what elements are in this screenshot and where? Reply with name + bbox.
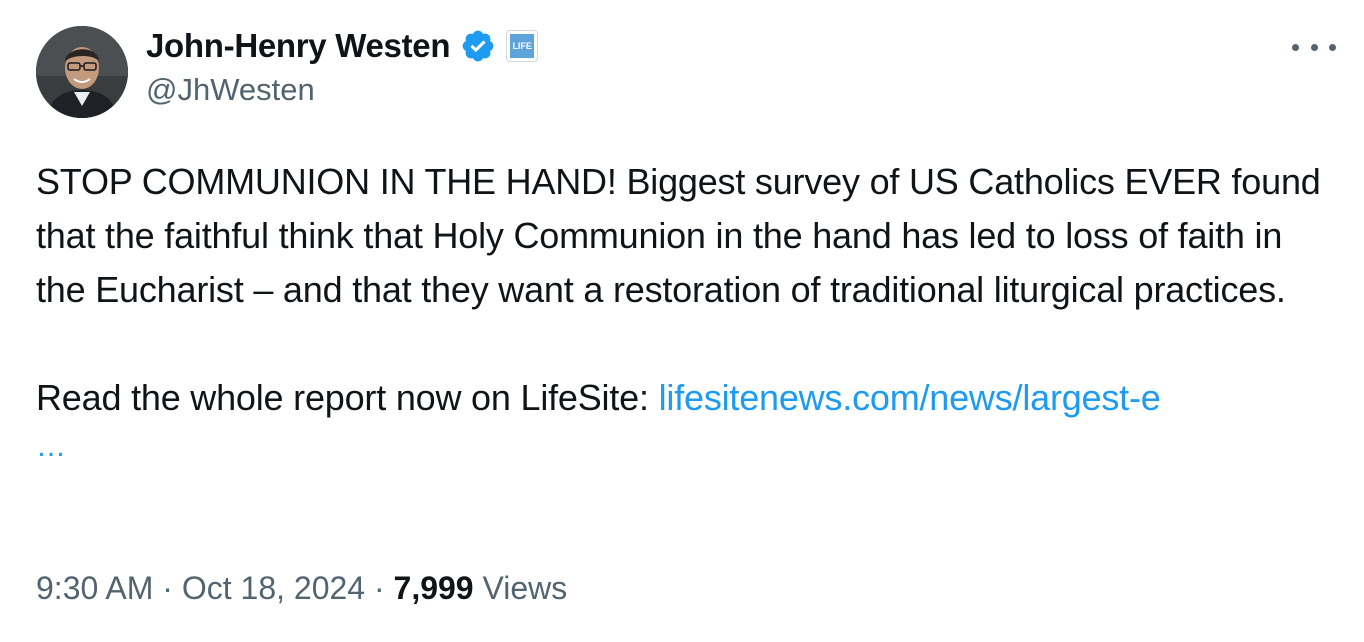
more-dot-icon — [1292, 43, 1299, 51]
verified-badge-icon[interactable] — [460, 28, 496, 64]
affiliate-badge[interactable]: LIFE — [506, 30, 539, 62]
views-count: 7,999 — [393, 570, 474, 606]
display-name[interactable]: John-Henry Westen — [146, 27, 450, 65]
tweet-paragraph-2: Read the whole report now on LifeSite: l… — [36, 371, 1336, 425]
tweet-time[interactable]: 9:30 AM — [36, 570, 153, 606]
tweet-date[interactable]: Oct 18, 2024 — [182, 570, 365, 606]
more-options-icon[interactable] — [1292, 32, 1336, 62]
avatar-image — [36, 26, 128, 118]
affiliate-badge-text: LIFE — [510, 34, 535, 58]
tweet-meta: 9:30 AM · Oct 18, 2024 · 7,999 Views — [36, 570, 567, 607]
more-dot-icon — [1310, 43, 1318, 51]
user-handle[interactable]: @JhWesten — [146, 72, 538, 108]
read-report-text: Read the whole report now on LifeSite: — [36, 377, 659, 418]
link-ellipsis[interactable]: … — [36, 427, 1336, 467]
author-block: John-Henry Westen LIFE @JhWesten — [146, 26, 539, 108]
meta-separator: · — [153, 570, 182, 606]
avatar[interactable] — [36, 26, 128, 118]
more-dot-icon — [1329, 43, 1336, 51]
tweet-paragraph-1: STOP COMMUNION IN THE HAND! Biggest surv… — [36, 161, 1321, 310]
name-row: John-Henry Westen LIFE — [146, 26, 539, 66]
views-label: Views — [473, 570, 568, 606]
meta-separator: · — [365, 570, 394, 606]
tweet-card: John-Henry Westen LIFE @JhWesten STOP CO… — [0, 0, 1364, 642]
article-link[interactable]: lifesitenews.com/news/largest-e — [659, 377, 1161, 418]
tweet-text: STOP COMMUNION IN THE HAND! Biggest surv… — [36, 155, 1336, 467]
